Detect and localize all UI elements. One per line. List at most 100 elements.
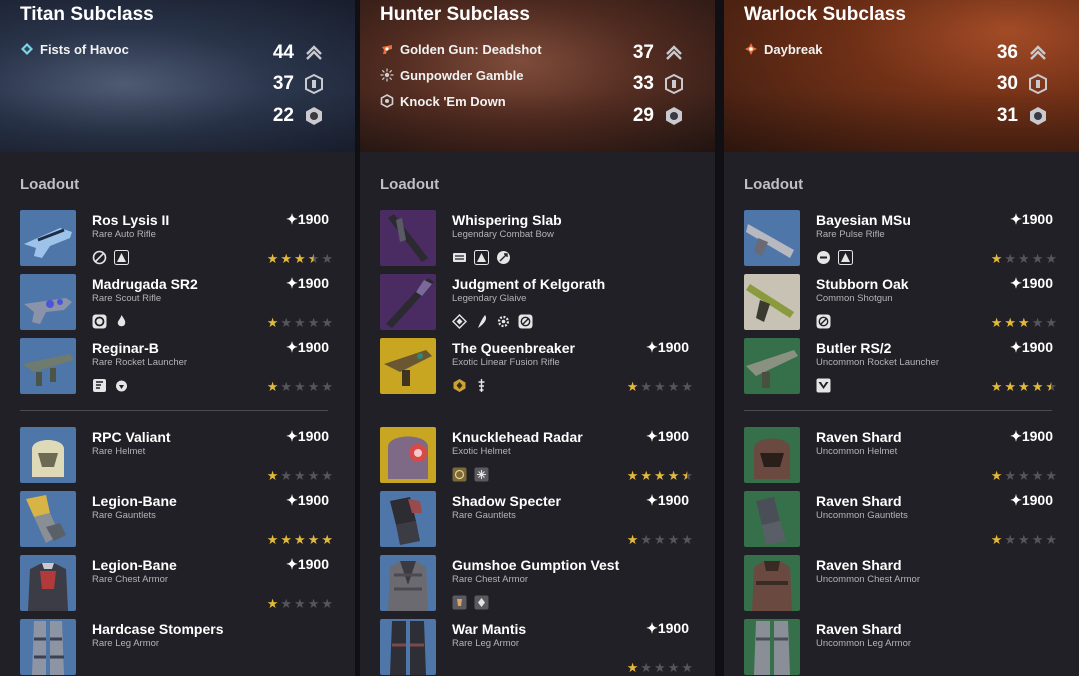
loadout-item[interactable]: Madrugada SR2 Rare Scout Rifle ✦1900 ★ ★ ★… <box>20 274 335 330</box>
item-rating: ★ ★ ★ ★ ★ <box>991 380 1057 393</box>
star-icon: ★ <box>654 660 666 675</box>
item-thumbnail <box>380 619 436 675</box>
arrow-icon <box>497 251 510 264</box>
item-power: ✦1900 <box>286 275 329 291</box>
ability-label: Gunpowder Gamble <box>400 67 524 83</box>
item-name: Raven Shard <box>816 493 902 509</box>
stat-value: 30 <box>996 73 1018 94</box>
loadout-item[interactable]: Bayesian MSu Rare Pulse Rifle ✦1900 ★ ★ ★ ★… <box>744 210 1059 266</box>
item-rating: ★ ★ ★ ★ ★ <box>991 316 1057 329</box>
star-icon: ★ <box>1045 532 1057 547</box>
loadout-item[interactable]: Ros Lysis II Rare Auto Rifle ✦1900 ★ ★ ★ ★ ★ <box>20 210 335 266</box>
circle-slash-icon <box>518 314 533 329</box>
item-type: Uncommon Helmet <box>816 446 898 457</box>
loadout-item[interactable]: The Queenbreaker Exotic Linear Fusion Ri… <box>380 338 695 394</box>
item-thumbnail <box>380 491 436 547</box>
ability-row[interactable]: Gunpowder Gamble <box>380 65 524 85</box>
item-name: Madrugada SR2 <box>92 276 198 292</box>
half-star-icon: ★ <box>307 251 320 266</box>
star-icon: ★ <box>667 660 680 675</box>
ability-row[interactable]: Knock 'Em Down <box>380 91 506 111</box>
item-name: Gumshoe Gumption Vest <box>452 557 620 573</box>
item-type: Rare Chest Armor <box>452 574 529 585</box>
item-thumbnail <box>380 210 436 266</box>
subclass-title: Hunter Subclass <box>380 4 530 25</box>
item-thumbnail <box>20 338 76 394</box>
loadout-item[interactable]: Whispering Slab Legendary Combat Bow <box>380 210 695 266</box>
star-icon: ★ <box>1018 315 1030 330</box>
item-thumbnail <box>380 274 436 330</box>
subclass-title: Warlock Subclass <box>744 4 906 25</box>
stat-value: 29 <box>632 105 654 126</box>
loadout-item[interactable]: War Mantis Rare Leg Armor ✦1900 ★ ★ ★ ★ ★ <box>380 619 695 675</box>
mod-box-icon <box>474 467 489 482</box>
mobility-icon <box>306 45 322 60</box>
item-mods <box>92 250 129 265</box>
stat-mobility: 37 <box>622 40 712 66</box>
loadout-item[interactable]: Raven Shard Uncommon Helmet ✦1900 ★ ★ ★ ★ ★ <box>744 427 1059 483</box>
item-rating: ★ ★ ★ ★ ★ <box>267 469 333 482</box>
star-icon: ★ <box>307 379 320 394</box>
stat-recovery: 22 <box>262 103 352 129</box>
ability-row[interactable]: Golden Gun: Deadshot <box>380 39 542 59</box>
star-icon: ★ <box>1031 532 1044 547</box>
loadout-item[interactable]: Legion-Bane Rare Chest Armor ✦1900 ★ ★ ★ ★ ★ <box>20 555 335 611</box>
loadout-item[interactable]: RPC Valiant Rare Helmet ✦1900 ★ ★ ★ ★ ★ <box>20 427 335 483</box>
loadout-item[interactable]: Judgment of Kelgorath Legendary Glaive <box>380 274 695 330</box>
loadout-item[interactable]: Raven Shard Uncommon Leg Armor <box>744 619 1059 675</box>
ability-row[interactable]: Fists of Havoc <box>20 39 129 59</box>
star-icon: ★ <box>280 468 293 483</box>
loadout-item[interactable]: Reginar-B Rare Rocket Launcher ✦1900 ★ ★ ★… <box>20 338 335 394</box>
star-icon: ★ <box>681 532 693 547</box>
loadout-item[interactable]: Gumshoe Gumption Vest Rare Chest Armor <box>380 555 695 611</box>
loadout-item[interactable]: Legion-Bane Rare Gauntlets ✦1900 ★ ★ ★ ★ ★ <box>20 491 335 547</box>
star-icon: ★ <box>1004 251 1017 266</box>
item-power: ✦1900 <box>1010 339 1053 355</box>
loadout-item[interactable]: Raven Shard Uncommon Gauntlets ✦1900 ★ ★ ★… <box>744 491 1059 547</box>
loadout-item[interactable]: Stubborn Oak Common Shotgun ✦1900 ★ ★ ★ ★ ★ <box>744 274 1059 330</box>
triangle-icon <box>474 250 489 265</box>
loadout-item[interactable]: Raven Shard Uncommon Chest Armor <box>744 555 1059 611</box>
circle-slash-icon <box>92 250 107 265</box>
item-type: Exotic Linear Fusion Rifle <box>452 357 560 368</box>
star-icon: ★ <box>654 468 666 483</box>
star-icon: ★ <box>294 379 306 394</box>
star-icon: ★ <box>294 468 306 483</box>
item-type: Rare Auto Rifle <box>92 229 156 240</box>
item-name: Ros Lysis II <box>92 212 170 228</box>
item-mods <box>452 467 489 482</box>
star-icon: ★ <box>1004 532 1017 547</box>
item-name: RPC Valiant <box>92 429 171 445</box>
item-type: Rare Leg Armor <box>92 638 160 649</box>
item-name: Raven Shard <box>816 429 902 445</box>
ability-row[interactable]: Daybreak <box>744 39 823 59</box>
item-rating: ★ ★ ★ ★ ★ <box>991 469 1057 482</box>
item-mods <box>816 378 831 393</box>
star-icon: ★ <box>280 596 293 611</box>
loadout-item[interactable]: Butler RS/2 Uncommon Rocket Launcher ✦19… <box>744 338 1059 394</box>
item-power: ✦1900 <box>286 556 329 572</box>
loadout-item[interactable]: Shadow Specter Rare Gauntlets ✦1900 ★ ★ ★ ★… <box>380 491 695 547</box>
item-type: Rare Helmet <box>92 446 146 457</box>
diamond-icon <box>21 43 33 55</box>
star-icon: ★ <box>667 468 680 483</box>
star-icon: ★ <box>1031 251 1044 266</box>
star-icon: ★ <box>280 532 293 547</box>
item-type: Uncommon Chest Armor <box>816 574 921 585</box>
star-icon: ★ <box>681 379 693 394</box>
item-type: Exotic Helmet <box>452 446 511 457</box>
item-thumbnail <box>744 555 800 611</box>
star-icon: ★ <box>266 379 279 394</box>
stat-value: 36 <box>996 42 1018 63</box>
item-thumbnail <box>744 274 800 330</box>
loadout-item[interactable]: Hardcase Stompers Rare Leg Armor <box>20 619 335 675</box>
star-icon: ★ <box>307 596 320 611</box>
item-rating: ★ ★ ★ ★ ★ <box>627 380 693 393</box>
item-type: Rare Scout Rifle <box>92 293 162 304</box>
loadout-item[interactable]: Knucklehead Radar Exotic Helmet ✦1900 ★ ★… <box>380 427 695 483</box>
stat-recovery: 29 <box>622 103 712 129</box>
star-icon: ★ <box>307 468 320 483</box>
item-power: ✦1900 <box>646 339 689 355</box>
item-power: ✦1900 <box>286 428 329 444</box>
ability-label: Daybreak <box>764 41 823 57</box>
